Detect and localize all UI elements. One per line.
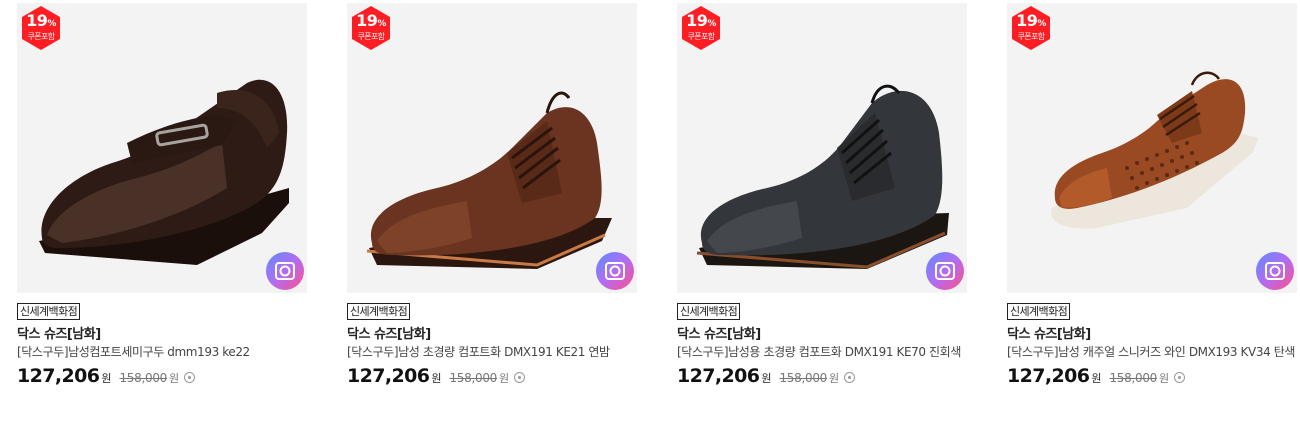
- store-tag: 신세계백화점: [17, 303, 81, 320]
- store-tag: 신세계백화점: [677, 303, 741, 320]
- original-unit: 원: [499, 372, 510, 385]
- price-unit: 원: [431, 372, 442, 385]
- store-tag: 신세계백화점: [347, 303, 411, 320]
- discount-percent: 19%: [356, 11, 386, 30]
- coupon-label: 쿠폰포함: [1017, 32, 1045, 41]
- discount-percent: 19%: [1016, 11, 1046, 30]
- coupon-label: 쿠폰포함: [27, 32, 55, 41]
- brand-name[interactable]: 닥스 슈즈[남화]: [347, 326, 637, 343]
- discount-badge: 19% 쿠폰포함: [20, 6, 62, 50]
- camera-icon[interactable]: [266, 252, 304, 290]
- original-unit: 원: [829, 372, 840, 385]
- coupon-label: 쿠폰포함: [357, 32, 385, 41]
- price-unit: 원: [101, 372, 112, 385]
- original-price: 158,000: [119, 371, 167, 385]
- product-card[interactable]: 19% 쿠폰포함 신세계백화점 닥스 슈즈[남화] [닥스구두]남성용 초경량 …: [677, 3, 967, 387]
- price-info-icon[interactable]: [514, 372, 526, 383]
- product-card[interactable]: 19% 쿠폰포함 신세계백화점 닥스 슈즈[남화] [닥스구두]남성컴포트세미구…: [17, 3, 307, 387]
- brand-name[interactable]: 닥스 슈즈[남화]: [677, 326, 967, 343]
- product-name[interactable]: [닥스구두]남성컴포트세미구두 dmm193 ke22: [17, 344, 307, 361]
- camera-icon[interactable]: [596, 252, 634, 290]
- original-unit: 원: [169, 372, 180, 385]
- store-tag: 신세계백화점: [1007, 303, 1071, 320]
- price-unit: 원: [761, 372, 772, 385]
- product-image[interactable]: 19% 쿠폰포함: [677, 3, 967, 293]
- product-name[interactable]: [닥스구두]남성용 초경량 컴포트화 DMX191 KE70 진회색: [677, 344, 967, 361]
- product-name[interactable]: [닥스구두]남성 캐주얼 스니커즈 와인 DMX193 KV34 탄색: [1007, 344, 1297, 361]
- original-unit: 원: [1159, 372, 1170, 385]
- product-image[interactable]: 19% 쿠폰포함: [347, 3, 637, 293]
- price-row: 127,206 원 158,000 원: [677, 365, 967, 387]
- discount-percent: 19%: [686, 11, 716, 30]
- sale-price: 127,206: [347, 365, 430, 387]
- original-price: 158,000: [1109, 371, 1157, 385]
- price-unit: 원: [1091, 372, 1102, 385]
- sale-price: 127,206: [677, 365, 760, 387]
- sale-price: 127,206: [1007, 365, 1090, 387]
- discount-badge: 19% 쿠폰포함: [1010, 6, 1052, 50]
- product-card[interactable]: 19% 쿠폰포함 신세계백화점 닥스 슈즈[남화] [닥스구두]남성 초경량 컴…: [347, 3, 637, 387]
- discount-percent: 19%: [26, 11, 56, 30]
- product-image[interactable]: 19% 쿠폰포함: [1007, 3, 1297, 293]
- brand-name[interactable]: 닥스 슈즈[남화]: [17, 326, 307, 343]
- brand-name[interactable]: 닥스 슈즈[남화]: [1007, 326, 1297, 343]
- price-info-icon[interactable]: [844, 372, 856, 383]
- sale-price: 127,206: [17, 365, 100, 387]
- coupon-label: 쿠폰포함: [687, 32, 715, 41]
- camera-icon[interactable]: [1256, 252, 1294, 290]
- price-row: 127,206 원 158,000 원: [347, 365, 637, 387]
- price-row: 127,206 원 158,000 원: [17, 365, 307, 387]
- product-name[interactable]: [닥스구두]남성 초경량 컴포트화 DMX191 KE21 연밤: [347, 344, 637, 361]
- product-card[interactable]: 19% 쿠폰포함 신세계백화점 닥스 슈즈[남화] [닥스구두]남성 캐주얼 스…: [1007, 3, 1297, 387]
- original-price: 158,000: [449, 371, 497, 385]
- camera-icon[interactable]: [926, 252, 964, 290]
- price-info-icon[interactable]: [184, 372, 196, 383]
- price-info-icon[interactable]: [1174, 372, 1186, 383]
- price-row: 127,206 원 158,000 원: [1007, 365, 1297, 387]
- discount-badge: 19% 쿠폰포함: [680, 6, 722, 50]
- discount-badge: 19% 쿠폰포함: [350, 6, 392, 50]
- original-price: 158,000: [779, 371, 827, 385]
- product-image[interactable]: 19% 쿠폰포함: [17, 3, 307, 293]
